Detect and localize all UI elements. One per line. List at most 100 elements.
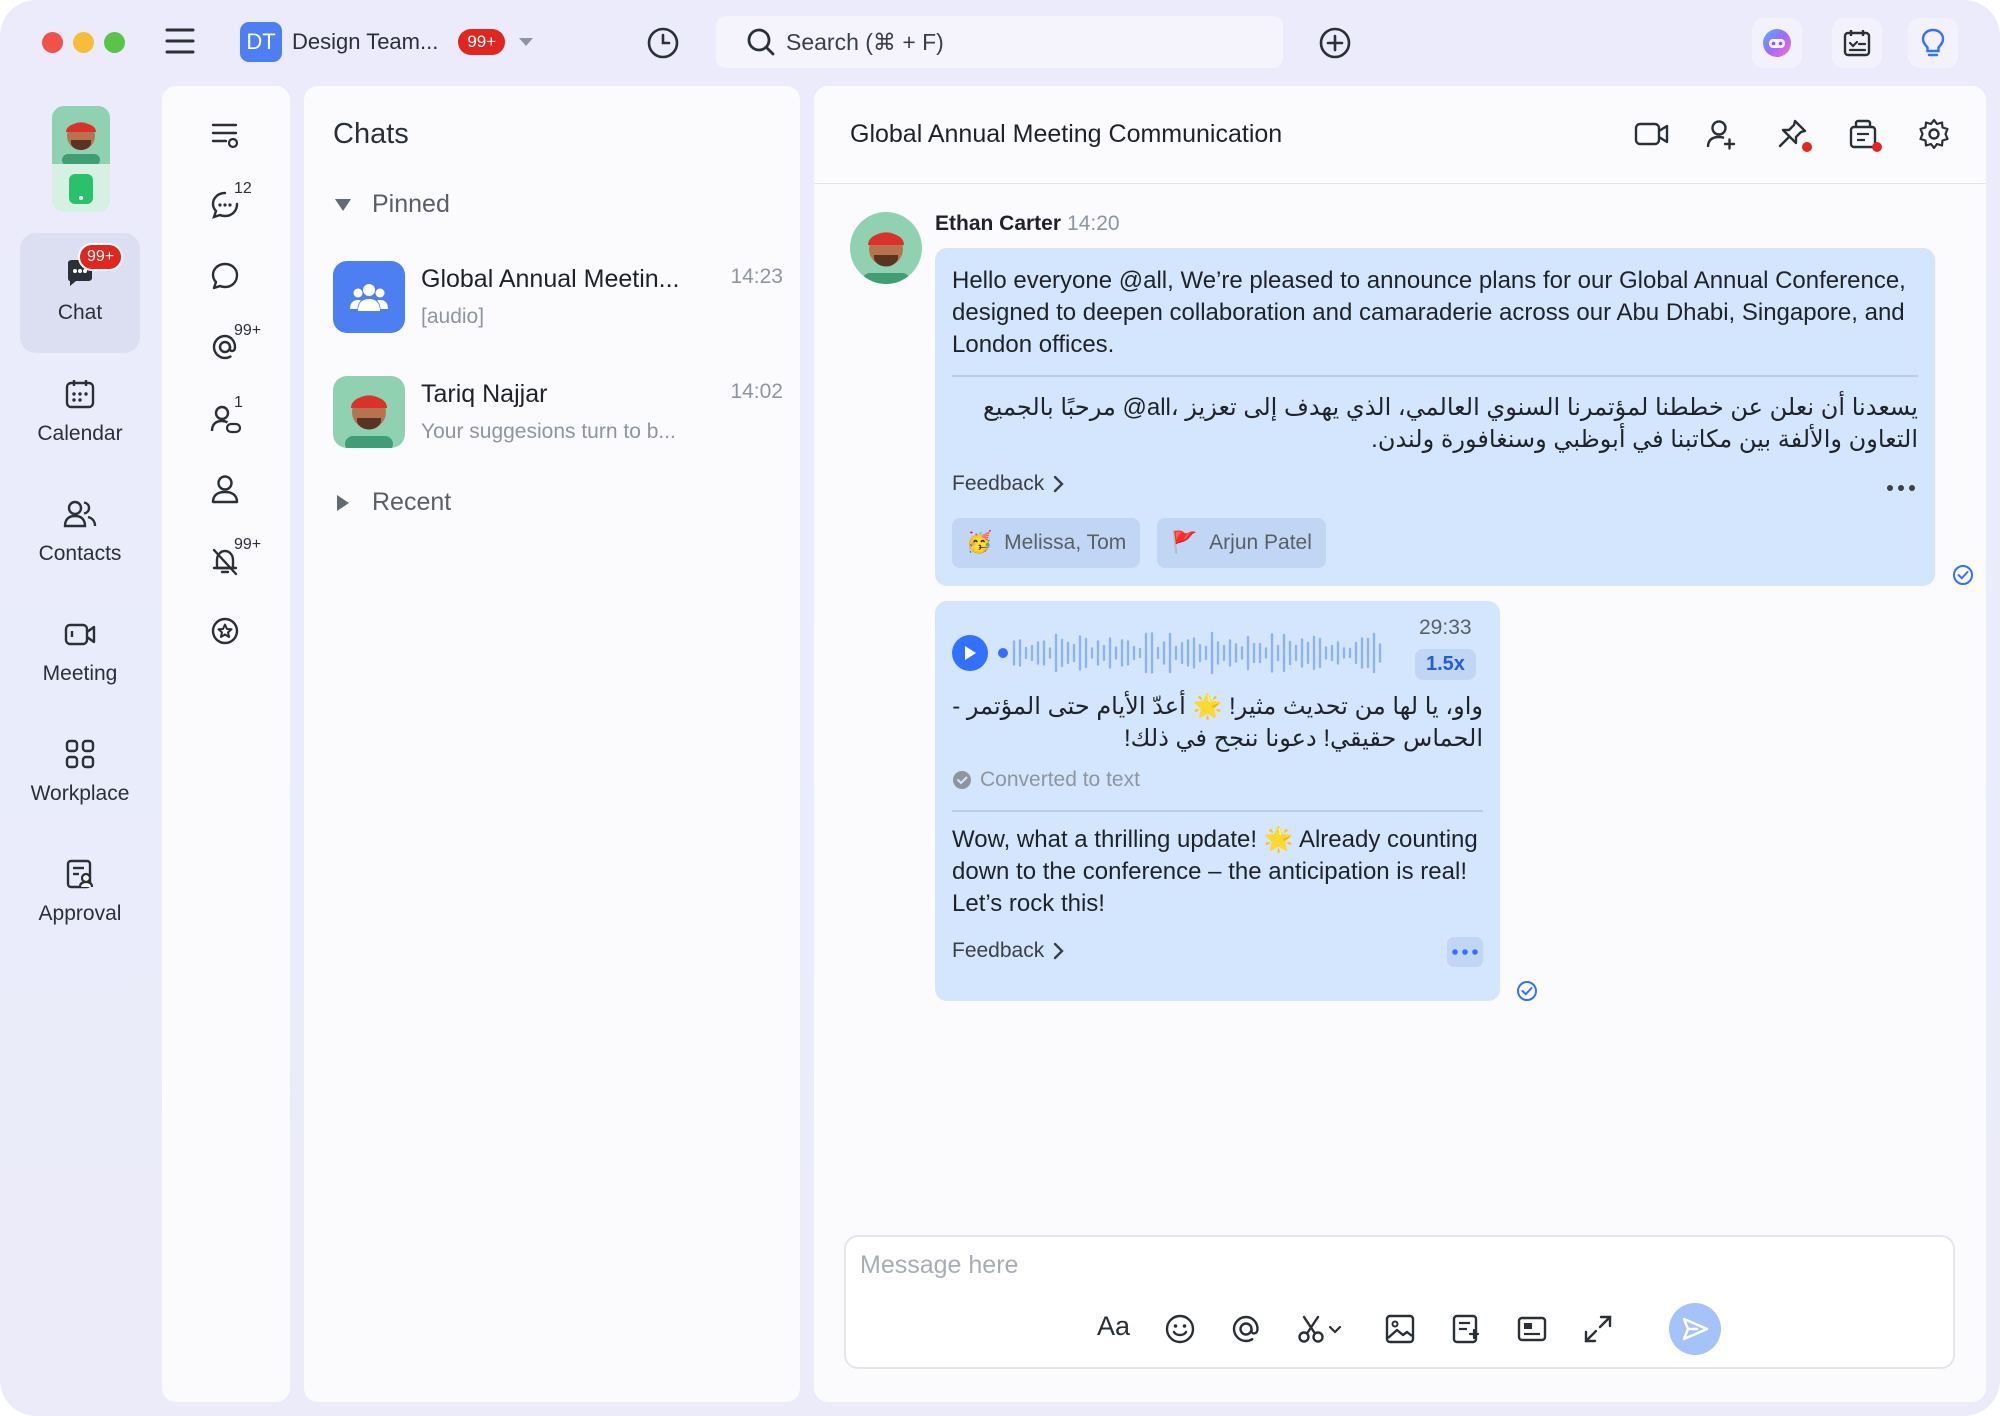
rail-meeting[interactable]: Meeting — [20, 618, 140, 686]
party-face-icon: 🥳 — [966, 531, 993, 554]
conversation-panel: Global Annual Meeting Communication Etha… — [814, 86, 1986, 1402]
reaction-users: Melissa, Tom — [1004, 531, 1127, 554]
user-avatar-icon — [333, 376, 405, 448]
rail-chat-label: Chat — [57, 301, 103, 324]
user-avatar-icon — [850, 212, 922, 284]
feedback-link[interactable]: Feedback — [952, 472, 1064, 496]
search-bar[interactable]: Search (⌘ + F) — [716, 16, 1283, 68]
chat-list-item[interactable]: Global Annual Meetin... [audio] 14:23 — [333, 261, 783, 341]
chat-list-item[interactable]: Tariq Najjar Your suggesions turn to b..… — [333, 376, 783, 456]
chevron-down-icon — [519, 38, 534, 46]
conversation-title: Global Annual Meeting Communication — [850, 120, 1283, 148]
calendar-task-icon[interactable] — [1832, 18, 1882, 68]
text-format-icon[interactable]: Aa — [1097, 1311, 1130, 1342]
pinned-section-header[interactable]: Pinned — [333, 190, 450, 219]
converted-status: Converted to text — [952, 768, 1140, 792]
announcement-icon[interactable] — [1848, 118, 1882, 152]
maximize-window-button[interactable] — [104, 32, 125, 53]
contact-avatar — [333, 376, 405, 448]
menu-icon[interactable] — [164, 26, 196, 56]
minimize-window-button[interactable] — [73, 32, 94, 53]
translation-divider — [952, 810, 1483, 812]
person-icon[interactable] — [210, 474, 240, 504]
filter-rail: 12 99+ 1 99+ — [162, 86, 290, 1402]
converted-label: Converted to text — [980, 768, 1140, 791]
message-bubble[interactable]: Hello everyone @all, We’re pleased to an… — [935, 248, 1935, 586]
card-icon[interactable] — [1516, 1313, 1548, 1345]
read-receipt-icon — [1516, 980, 1538, 1002]
rail-calendar[interactable]: Calendar — [20, 378, 140, 446]
rail-chat[interactable]: Chat 99+ — [20, 233, 140, 353]
chat-name: Tariq Najjar — [421, 380, 548, 408]
close-window-button[interactable] — [42, 32, 63, 53]
pin-notification-dot — [1802, 142, 1812, 152]
workplace-grid-icon — [65, 739, 95, 769]
muted-count: 99+ — [234, 536, 262, 553]
chat-list-panel: Chats Pinned Global Annual Meetin... [au… — [304, 86, 800, 1402]
workspace-badge: 99+ — [458, 29, 506, 55]
ai-assistant-icon[interactable] — [1752, 18, 1802, 68]
playback-speed-button[interactable]: 1.5x — [1415, 649, 1476, 680]
reaction-chip[interactable]: 🚩 Arjun Patel — [1157, 518, 1326, 568]
add-icon[interactable] — [1318, 26, 1352, 60]
status-indicator — [69, 174, 93, 204]
sender-avatar[interactable] — [850, 212, 922, 284]
single-chat-icon[interactable] — [210, 261, 240, 291]
chat-preview: [audio] — [421, 305, 485, 328]
more-options-icon[interactable] — [1447, 937, 1483, 967]
group-icon — [350, 284, 388, 311]
audio-message-bubble[interactable]: 29:33 1.5x واو، يا لها من تحديث مثير! 🌟 … — [935, 601, 1500, 1001]
pin-icon[interactable] — [1776, 118, 1812, 152]
video-camera-icon — [64, 623, 96, 646]
workspace-name: Design Team... — [292, 29, 439, 54]
recent-label: Recent — [372, 488, 452, 516]
window-controls — [42, 32, 125, 53]
settings-gear-icon[interactable] — [1918, 118, 1950, 150]
mentions-count: 99+ — [234, 322, 262, 339]
message-time: 14:20 — [1067, 212, 1120, 235]
add-member-icon[interactable] — [1706, 118, 1736, 150]
starred-icon[interactable] — [210, 616, 240, 646]
reaction-chip[interactable]: 🥳 Melissa, Tom — [952, 518, 1141, 568]
feedback-link[interactable]: Feedback — [952, 939, 1064, 963]
screenshot-scissors-icon[interactable] — [1296, 1313, 1342, 1345]
chat-list-title: Chats — [333, 118, 409, 150]
requests-count: 1 — [234, 394, 243, 411]
message-input[interactable]: Message here — [860, 1251, 1018, 1280]
check-circle-icon — [953, 771, 971, 789]
approval-icon — [66, 859, 94, 889]
mention-icon[interactable] — [1230, 1313, 1262, 1345]
message-text-ar: يسعدنا أن نعلن عن خططنا لمؤتمرنا السنوي … — [982, 394, 1918, 453]
play-button[interactable] — [952, 635, 988, 671]
avatar[interactable] — [52, 106, 110, 212]
expand-icon[interactable] — [1582, 1313, 1614, 1345]
video-call-icon[interactable] — [1634, 118, 1670, 150]
waveform[interactable] — [998, 629, 1398, 677]
rail-calendar-label: Calendar — [37, 422, 123, 445]
document-icon[interactable] — [1450, 1313, 1482, 1345]
sender-name[interactable]: Ethan Carter — [935, 212, 1061, 235]
workspace-switcher[interactable]: DT Design Team... 99+ — [240, 22, 535, 62]
rail-workplace-label: Workplace — [30, 782, 130, 805]
triangle-right-icon — [337, 494, 349, 511]
chevron-right-icon — [1054, 475, 1064, 493]
image-icon[interactable] — [1384, 1313, 1416, 1345]
filter-settings-icon[interactable] — [210, 120, 240, 150]
conversation-header: Global Annual Meeting Communication — [814, 86, 1986, 184]
rail-workplace[interactable]: Workplace — [20, 738, 140, 806]
workspace-avatar: DT — [240, 22, 282, 62]
rail-contacts[interactable]: Contacts — [20, 498, 140, 566]
history-icon[interactable] — [646, 26, 680, 60]
rail-meeting-label: Meeting — [42, 662, 118, 685]
emoji-icon[interactable] — [1164, 1313, 1196, 1345]
lightbulb-icon[interactable] — [1908, 18, 1958, 68]
search-placeholder: Search (⌘ + F) — [786, 28, 944, 55]
user-avatar-icon — [52, 106, 110, 164]
send-button[interactable] — [1669, 1303, 1721, 1355]
rail-approval[interactable]: Approval — [20, 858, 140, 926]
recent-section-header[interactable]: Recent — [333, 488, 451, 517]
audio-duration: 29:33 — [1419, 616, 1472, 639]
more-options-icon[interactable] — [1886, 484, 1916, 492]
announcement-notification-dot — [1872, 142, 1882, 152]
message-composer[interactable]: Message here Aa — [844, 1235, 1955, 1369]
